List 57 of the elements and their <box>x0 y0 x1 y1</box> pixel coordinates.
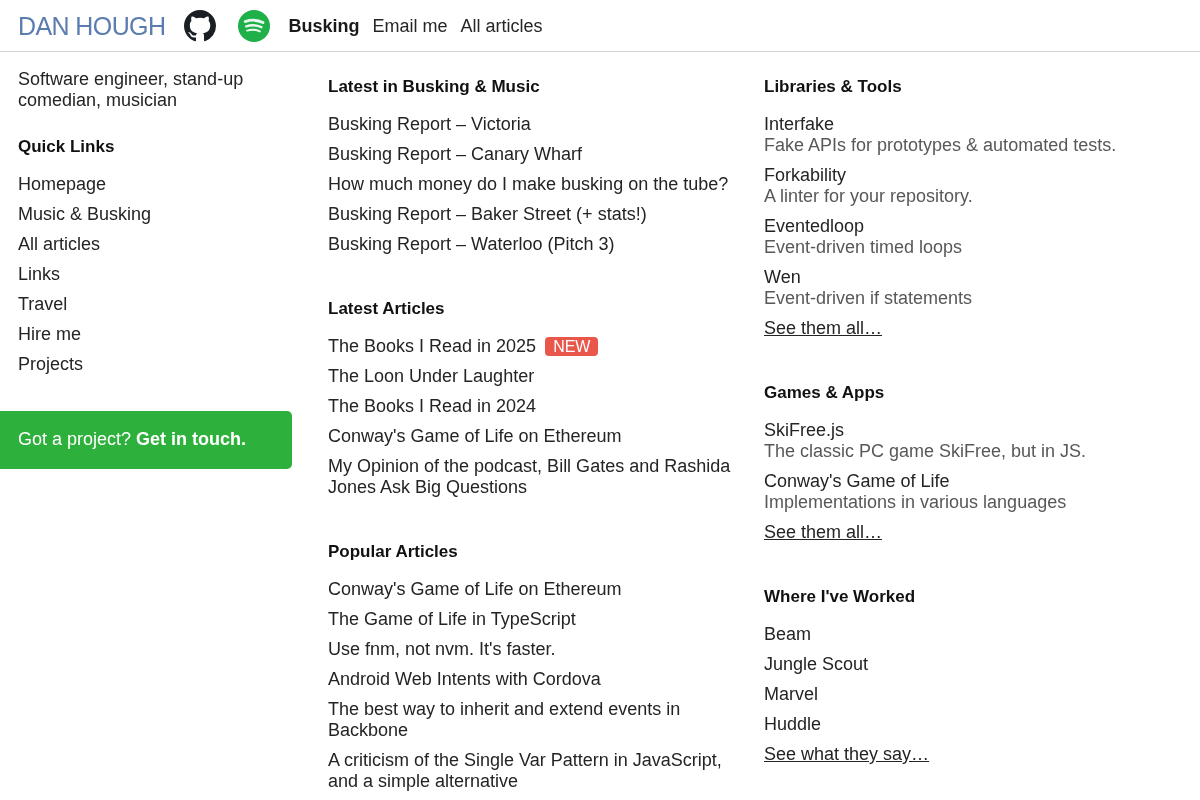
quick-link[interactable]: Music & Busking <box>18 204 152 225</box>
quick-link[interactable]: All articles <box>18 234 101 255</box>
section-heading: Latest in Busking & Music <box>328 76 541 97</box>
project-link[interactable]: Eventedloop <box>764 216 865 237</box>
article-link[interactable]: The Loon Under Laughter <box>328 366 535 387</box>
quick-link[interactable]: Travel <box>18 294 68 315</box>
project-link[interactable]: Interfake <box>764 114 835 135</box>
workplace-link[interactable]: Marvel <box>764 684 818 705</box>
quick-link[interactable]: Projects <box>18 354 84 375</box>
project-link[interactable]: Wen <box>764 267 801 288</box>
article-link[interactable]: Conway's Game of Life on Ethereum <box>328 579 622 600</box>
article-link[interactable]: Busking Report – Victoria <box>328 114 531 135</box>
article-link[interactable]: A criticism of the Single Var Pattern in JavaScript, and a simple alternative <box>328 750 742 792</box>
github-icon[interactable] <box>184 9 217 42</box>
nav-link[interactable]: Email me <box>372 14 448 37</box>
nav-link[interactable]: All articles <box>460 14 543 37</box>
section-heading: Games & Apps <box>764 382 886 403</box>
spotify-icon[interactable] <box>238 9 271 42</box>
project-description: Fake APIs for prototypes & automated tests. <box>764 135 1117 156</box>
article-link[interactable]: The Game of Life in TypeScript <box>328 609 576 630</box>
project-link[interactable]: Forkability <box>764 165 847 186</box>
section-heading: Latest Articles <box>328 298 446 319</box>
project-description: The classic PC game SkiFree, but in JS. <box>764 441 1087 462</box>
project-description: Implementations in various languages <box>764 492 1067 513</box>
article-link[interactable]: Busking Report – Canary Wharf <box>328 144 583 165</box>
quick-link[interactable]: Hire me <box>18 324 81 345</box>
project-description: Event-driven timed loops <box>764 237 963 258</box>
article-link[interactable]: Busking Report – Waterloo (Pitch 3) <box>328 234 615 255</box>
article-link[interactable]: How much money do I make busking on the tube? <box>328 174 729 195</box>
section-heading: Quick Links <box>18 136 116 157</box>
see-more-link[interactable]: See what they say… <box>764 744 930 765</box>
quick-link[interactable]: Homepage <box>18 174 107 195</box>
quick-link[interactable]: Links <box>18 264 61 285</box>
article-link[interactable]: The best way to inherit and extend events in Backbone <box>328 699 742 741</box>
article-link[interactable]: Use fnm, not nvm. It's faster. <box>328 639 556 660</box>
article-link[interactable]: The Books I Read in 2024 <box>328 396 537 417</box>
project-link[interactable]: Conway's Game of Life <box>764 471 950 492</box>
article-link[interactable]: The Books I Read in 2025 <box>328 336 537 357</box>
section-heading: Libraries & Tools <box>764 76 903 97</box>
section-heading: Where I've Worked <box>764 586 917 607</box>
project-link[interactable]: SkiFree.js <box>764 420 844 441</box>
workplace-link[interactable]: Beam <box>764 624 812 645</box>
article-link[interactable]: My Opinion of the podcast, Bill Gates and Rashida Jones Ask Big Questions <box>328 456 742 498</box>
see-more-link[interactable]: See them all… <box>764 522 883 543</box>
article-link[interactable]: Busking Report – Baker Street (+ stats!) <box>328 204 647 225</box>
workplace-link[interactable]: Jungle Scout <box>764 654 869 675</box>
site-logo[interactable]: DAN HOUGH <box>18 10 166 41</box>
new-badge: NEW <box>545 337 599 356</box>
article-link[interactable]: Android Web Intents with Cordova <box>328 669 601 690</box>
project-description: Event-driven if statements <box>764 288 973 309</box>
see-more-link[interactable]: See them all… <box>764 318 883 339</box>
article-link[interactable]: Conway's Game of Life on Ethereum <box>328 426 622 447</box>
tagline: Software engineer, stand-up comedian, musician <box>18 69 245 111</box>
project-description: A linter for your repository. <box>764 186 973 207</box>
section-heading: Popular Articles <box>328 541 459 562</box>
nav-link[interactable]: Busking <box>288 14 360 37</box>
workplace-link[interactable]: Huddle <box>764 714 822 735</box>
